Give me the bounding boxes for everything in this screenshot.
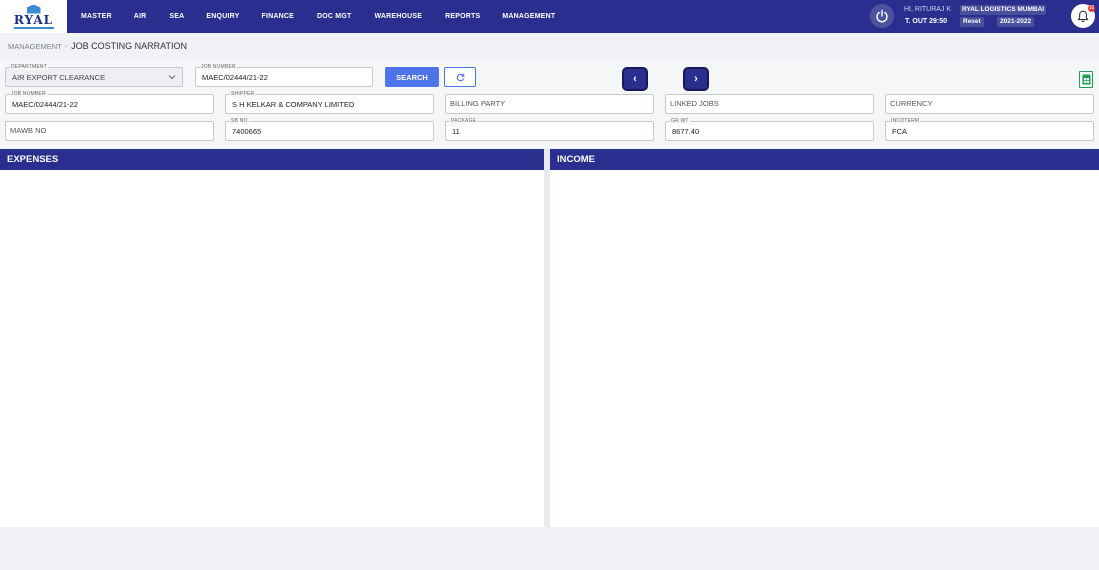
nav-warehouse[interactable]: WAREHOUSE xyxy=(374,13,422,20)
sb-no-value: 7400665 xyxy=(232,127,262,136)
mawb-no-placeholder: MAWB NO xyxy=(10,126,47,135)
income-panel: INCOME xyxy=(550,149,1099,527)
sb-no-field[interactable]: SB NO 7400665 xyxy=(225,118,434,141)
expenses-title: EXPENSES xyxy=(0,149,544,170)
department-value: AIR EXPORT CLEARANCE xyxy=(12,73,106,82)
mawb-no-field[interactable]: MAWB NO xyxy=(5,121,214,141)
job-number-search-input[interactable]: JOB NUMBER MAEC/02444/21-22 xyxy=(195,64,373,87)
logo-underline xyxy=(13,26,54,29)
nav-management[interactable]: MANAGEMENT xyxy=(502,13,555,20)
spreadsheet-icon xyxy=(1082,74,1090,85)
notifications-button[interactable]: 10 xyxy=(1071,4,1095,28)
financial-year-badge[interactable]: 2021-2022 xyxy=(997,17,1035,27)
package-value: 11 xyxy=(452,127,460,136)
logo-house-icon xyxy=(26,4,41,14)
sb-no-label: SB NO xyxy=(230,118,249,124)
package-label: PACKAGE xyxy=(450,118,478,124)
currency-placeholder: CURRENCY xyxy=(890,99,933,108)
search-button[interactable]: SEARCH xyxy=(385,67,439,87)
job-number-field[interactable]: JOB NUMBER MAEC/02444/21-22 xyxy=(5,91,214,114)
logo-text: RYAL xyxy=(13,12,54,27)
income-title: INCOME xyxy=(550,149,1099,170)
billing-party-placeholder: BILLING PARTY xyxy=(450,99,506,108)
gross-weight-label: GR WT xyxy=(670,118,690,124)
nav-enquiry[interactable]: ENQUIRY xyxy=(206,13,239,20)
refresh-button[interactable] xyxy=(444,67,476,87)
linked-jobs-placeholder: LINKED JOBS xyxy=(670,99,719,108)
nav-reports[interactable]: REPORTS xyxy=(445,13,480,20)
previous-job-button[interactable]: ‹ xyxy=(622,67,648,91)
chevron-down-icon xyxy=(168,75,176,80)
user-greeting: HI, RITURAJ K xyxy=(904,6,952,13)
power-icon xyxy=(876,9,888,23)
job-number-search-label: JOB NUMBER xyxy=(200,64,237,70)
reset-button[interactable]: Reset xyxy=(960,17,984,27)
company-logo[interactable]: RYAL xyxy=(0,0,67,33)
incoterm-field[interactable]: INCOTERM FCA xyxy=(885,118,1094,141)
department-label: DEPARTMENT xyxy=(10,64,48,70)
nav-master[interactable]: MASTER xyxy=(81,13,112,20)
incoterm-value: FCA xyxy=(892,127,907,136)
session-timeout: T. OUT 29:50 xyxy=(905,18,948,25)
main-nav: MASTER AIR SEA ENQUIRY FINANCE DOC MGT W… xyxy=(70,0,555,33)
department-select[interactable]: DEPARTMENT AIR EXPORT CLEARANCE xyxy=(5,64,183,87)
package-field[interactable]: PACKAGE 11 xyxy=(445,118,654,141)
shipper-label: SHIPPER xyxy=(230,91,256,97)
company-badge[interactable]: RYAL LOGISTICS MUMBAI xyxy=(960,5,1047,15)
billing-party-field[interactable]: BILLING PARTY xyxy=(445,94,654,114)
currency-field[interactable]: CURRENCY xyxy=(885,94,1094,114)
gross-weight-value: 8677.40 xyxy=(672,127,700,136)
logout-button[interactable] xyxy=(870,4,894,28)
nav-doc-mgt[interactable]: DOC MGT xyxy=(317,13,351,20)
breadcrumb: MANAGEMENT › JOB COSTING NARRATION xyxy=(8,41,187,51)
refresh-icon xyxy=(456,73,464,81)
nav-finance[interactable]: FINANCE xyxy=(261,13,294,20)
export-sheet-button[interactable] xyxy=(1079,71,1093,88)
incoterm-label: INCOTERM xyxy=(890,118,921,124)
top-navbar: RYAL MASTER AIR SEA ENQUIRY FINANCE DOC … xyxy=(0,0,1099,33)
job-number-label: JOB NUMBER xyxy=(10,91,47,97)
nav-sea[interactable]: SEA xyxy=(169,13,184,20)
next-job-button[interactable]: › xyxy=(683,67,709,91)
job-number-search-value: MAEC/02444/21-22 xyxy=(202,73,268,82)
gross-weight-field[interactable]: GR WT 8677.40 xyxy=(665,118,874,141)
shipper-field[interactable]: SHIPPER S H KELKAR & COMPANY LIMITED xyxy=(225,91,434,114)
job-number-value: MAEC/02444/21-22 xyxy=(12,100,78,109)
breadcrumb-parent[interactable]: MANAGEMENT xyxy=(8,42,62,51)
nav-air[interactable]: AIR xyxy=(134,13,147,20)
notification-count-badge: 10 xyxy=(1088,5,1095,12)
expenses-panel: EXPENSES xyxy=(0,149,544,527)
linked-jobs-field[interactable]: LINKED JOBS xyxy=(665,94,874,114)
page-title: JOB COSTING NARRATION xyxy=(71,41,187,51)
shipper-value: S H KELKAR & COMPANY LIMITED xyxy=(232,100,355,109)
bell-icon xyxy=(1077,10,1089,22)
breadcrumb-separator: › xyxy=(64,42,68,50)
